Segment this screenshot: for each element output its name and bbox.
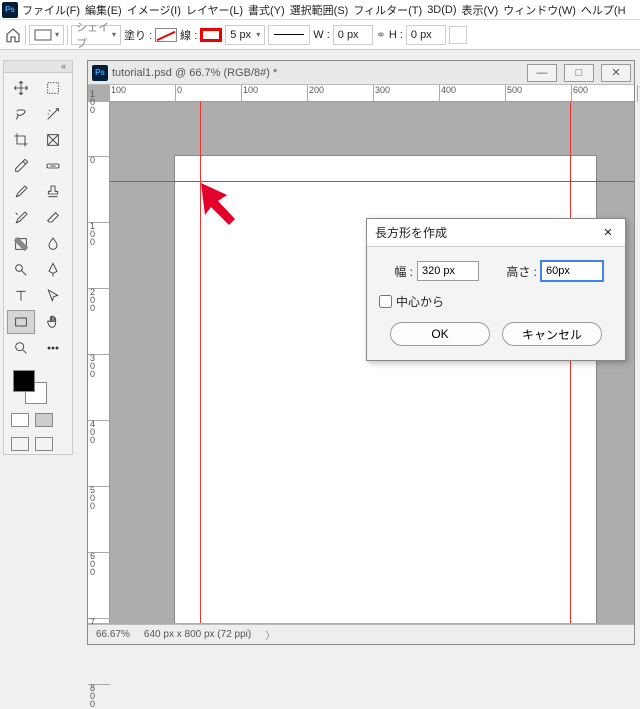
status-bar: 66.67% 640 px x 800 px (72 ppi) 〉 — [88, 624, 634, 644]
stroke-swatch[interactable] — [200, 28, 222, 42]
menu-view[interactable]: 表示(V) — [461, 2, 500, 18]
canvas-area[interactable] — [110, 102, 634, 623]
panel-collapse-icon[interactable]: « — [3, 60, 73, 72]
status-menu-icon[interactable]: 〉 — [265, 627, 275, 642]
fill-swatch[interactable] — [155, 28, 177, 42]
minimize-button[interactable]: — — [527, 64, 557, 82]
width-label: 幅 : — [379, 263, 413, 280]
pen-tool[interactable] — [39, 258, 67, 282]
menu-layer[interactable]: レイヤー(L) — [185, 2, 244, 18]
menu-filter[interactable]: フィルター(T) — [352, 2, 423, 18]
move-tool[interactable] — [7, 76, 35, 100]
link-icon[interactable]: ⚭ — [376, 28, 386, 42]
ok-button[interactable]: OK — [390, 322, 490, 346]
history-brush-tool[interactable] — [7, 206, 35, 230]
eyedropper-tool[interactable] — [7, 154, 35, 178]
close-icon[interactable]: ✕ — [599, 224, 617, 242]
height-input[interactable] — [541, 261, 603, 281]
width-label: W : — [313, 29, 330, 41]
close-window-button[interactable]: ✕ — [601, 64, 631, 82]
from-center-label: 中心から — [396, 293, 444, 310]
frame-tool[interactable] — [39, 128, 67, 152]
eraser-tool[interactable] — [39, 206, 67, 230]
path-select-tool[interactable] — [39, 284, 67, 308]
separator — [67, 25, 68, 45]
edit-toolbar[interactable] — [39, 336, 67, 360]
menu-type[interactable]: 書式(Y) — [247, 2, 286, 18]
dodge-tool[interactable] — [7, 258, 35, 282]
zoom-level[interactable]: 66.67% — [96, 629, 130, 640]
stroke-label: 線 : — [180, 27, 197, 43]
document-titlebar: Ps tutorial1.psd @ 66.7% (RGB/8#) * — □ … — [88, 61, 634, 85]
stroke-width-input[interactable]: 5 px▾ — [225, 25, 265, 45]
color-swatches[interactable] — [7, 368, 69, 403]
marquee-tool[interactable] — [39, 76, 67, 100]
foreground-color[interactable] — [13, 370, 35, 392]
zoom-tool[interactable] — [7, 336, 35, 360]
blur-tool[interactable] — [39, 232, 67, 256]
stamp-tool[interactable] — [39, 180, 67, 204]
crop-tool[interactable] — [7, 128, 35, 152]
menu-image[interactable]: イメージ(I) — [126, 2, 182, 18]
ruler-vertical[interactable]: 1000100200300400500600700800 — [88, 102, 110, 623]
menu-help[interactable]: ヘルプ(H — [580, 2, 627, 18]
doc-icon: Ps — [92, 65, 108, 81]
shape-mode-dropdown[interactable]: シェイプ▾ — [71, 25, 121, 45]
height-label: H : — [389, 29, 403, 41]
dialog-title: 長方形を作成 — [375, 224, 599, 241]
home-icon[interactable] — [4, 26, 22, 44]
ruler-horizontal[interactable]: 1000100200300400500600700 — [110, 85, 634, 102]
menu-3d[interactable]: 3D(D) — [426, 4, 457, 16]
menu-select[interactable]: 選択範囲(S) — [289, 2, 350, 18]
menu-window[interactable]: ウィンドウ(W) — [502, 2, 577, 18]
cancel-button[interactable]: キャンセル — [502, 322, 602, 346]
height-input[interactable]: 0 px — [406, 25, 446, 45]
heal-tool[interactable] — [39, 154, 67, 178]
width-input[interactable] — [417, 261, 479, 281]
document-dimensions[interactable]: 640 px x 800 px (72 ppi) — [144, 629, 251, 640]
lasso-tool[interactable] — [7, 102, 35, 126]
fill-label: 塗り : — [124, 27, 152, 43]
gradient-tool[interactable] — [7, 232, 35, 256]
maximize-button[interactable]: □ — [564, 64, 594, 82]
screen-mode[interactable] — [7, 437, 69, 451]
tool-preset-dropdown[interactable]: ▾ — [29, 25, 64, 45]
quick-mask-toggle[interactable] — [7, 413, 69, 427]
rectangle-tool[interactable] — [7, 310, 35, 334]
wand-tool[interactable] — [39, 102, 67, 126]
menu-bar: Ps ファイル(F) 編集(E) イメージ(I) レイヤー(L) 書式(Y) 選… — [0, 0, 640, 20]
align-button[interactable] — [449, 26, 467, 44]
hand-tool[interactable] — [39, 310, 67, 334]
app-logo: Ps — [2, 2, 18, 18]
stroke-style-dropdown[interactable] — [268, 25, 310, 45]
create-rectangle-dialog: 長方形を作成 ✕ 幅 : 高さ : 中心から OK キャンセル — [366, 218, 626, 361]
tools-panel: « — [3, 60, 73, 455]
height-label: 高さ : — [497, 263, 537, 280]
from-center-checkbox[interactable] — [379, 295, 392, 308]
menu-file[interactable]: ファイル(F) — [21, 2, 81, 18]
guide-horizontal[interactable] — [110, 181, 634, 182]
document-title: tutorial1.psd @ 66.7% (RGB/8#) * — [112, 67, 523, 79]
separator — [25, 25, 26, 45]
menu-edit[interactable]: 編集(E) — [84, 2, 123, 18]
width-input[interactable]: 0 px — [333, 25, 373, 45]
brush-tool[interactable] — [7, 180, 35, 204]
type-tool[interactable] — [7, 284, 35, 308]
options-bar: ▾ シェイプ▾ 塗り : 線 : 5 px▾ W : 0 px ⚭ H : 0 … — [0, 20, 640, 50]
